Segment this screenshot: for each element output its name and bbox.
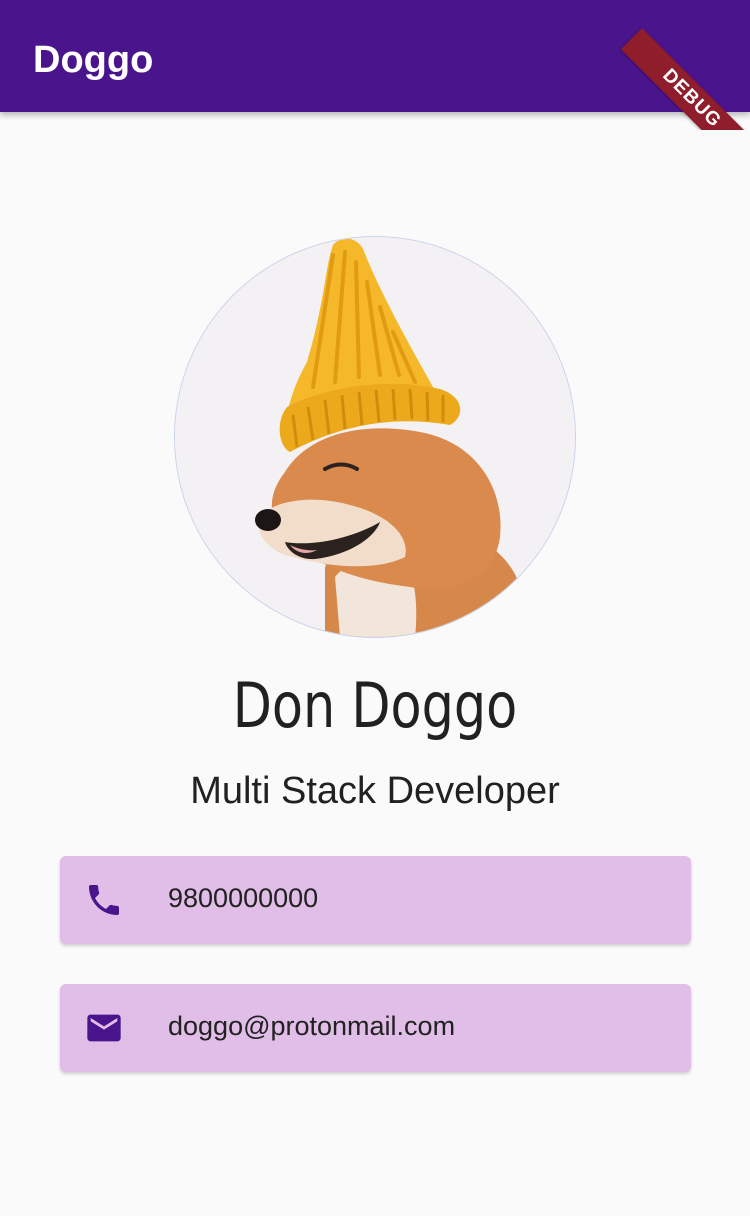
email-card[interactable]: doggo@protonmail.com xyxy=(60,984,691,1072)
profile-name: Don Doggo xyxy=(232,669,518,742)
email-address: doggo@protonmail.com xyxy=(168,1011,456,1041)
profile-role: Multi Stack Developer xyxy=(190,770,560,812)
debug-banner-label: DEBUG xyxy=(620,28,750,130)
dog-photo xyxy=(175,237,575,637)
email-icon xyxy=(84,1008,124,1048)
phone-icon xyxy=(84,880,124,920)
phone-card[interactable]: 9800000000 xyxy=(60,856,691,944)
profile-avatar xyxy=(175,237,575,637)
phone-number: 9800000000 xyxy=(168,883,319,913)
debug-banner: DEBUG xyxy=(620,0,750,130)
app-title: Doggo xyxy=(33,39,154,81)
